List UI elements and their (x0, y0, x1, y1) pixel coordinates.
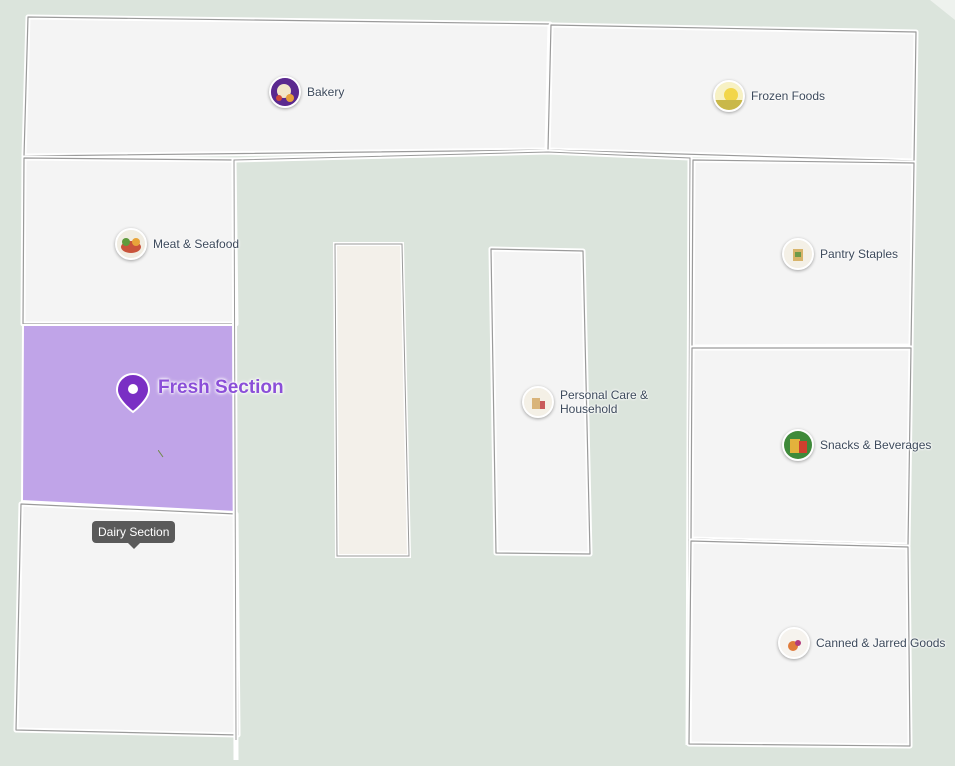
aisle-left[interactable] (332, 242, 412, 558)
label-pantry-staples[interactable]: Pantry Staples (782, 238, 898, 270)
corridor-wall-edge (233, 151, 691, 746)
map-corner-shade (930, 0, 955, 20)
label-personal-care-household-text: Personal Care & Household (560, 388, 649, 416)
label-personal-care-household[interactable]: Personal Care & Household (522, 386, 655, 418)
canned-jarred-thumbnail-icon (778, 627, 810, 659)
location-pin-icon[interactable] (115, 372, 151, 414)
corridor-wall (231, 149, 693, 761)
label-pantry-staples-text: Pantry Staples (820, 247, 899, 261)
label-frozen-foods[interactable]: Frozen Foods (713, 80, 825, 112)
label-bakery[interactable]: Bakery (269, 76, 344, 108)
selected-section-title: Fresh Section (158, 377, 284, 398)
pantry-staples-thumbnail-icon (782, 238, 814, 270)
hover-tooltip: Dairy Section (92, 521, 176, 549)
label-bakery-text: Bakery (307, 85, 345, 99)
personal-care-thumbnail-icon (522, 386, 554, 418)
section-fresh-selected[interactable] (20, 324, 237, 514)
cursor-icon (158, 450, 164, 458)
bakery-thumbnail-icon (269, 76, 301, 108)
frozen-foods-thumbnail-icon (713, 80, 745, 112)
meat-seafood-thumbnail-icon (115, 228, 147, 260)
label-meat-seafood[interactable]: Meat & Seafood (115, 228, 239, 260)
label-canned-jarred-goods-text: Canned & Jarred Goods (816, 636, 946, 650)
label-snacks-beverages[interactable]: Snacks & Beverages (782, 429, 931, 461)
label-snacks-beverages-text: Snacks & Beverages (820, 438, 932, 452)
label-frozen-foods-text: Frozen Foods (751, 89, 826, 103)
label-meat-seafood-text: Meat & Seafood (153, 237, 240, 251)
snacks-beverages-thumbnail-icon (782, 429, 814, 461)
label-canned-jarred-goods[interactable]: Canned & Jarred Goods (778, 627, 945, 659)
